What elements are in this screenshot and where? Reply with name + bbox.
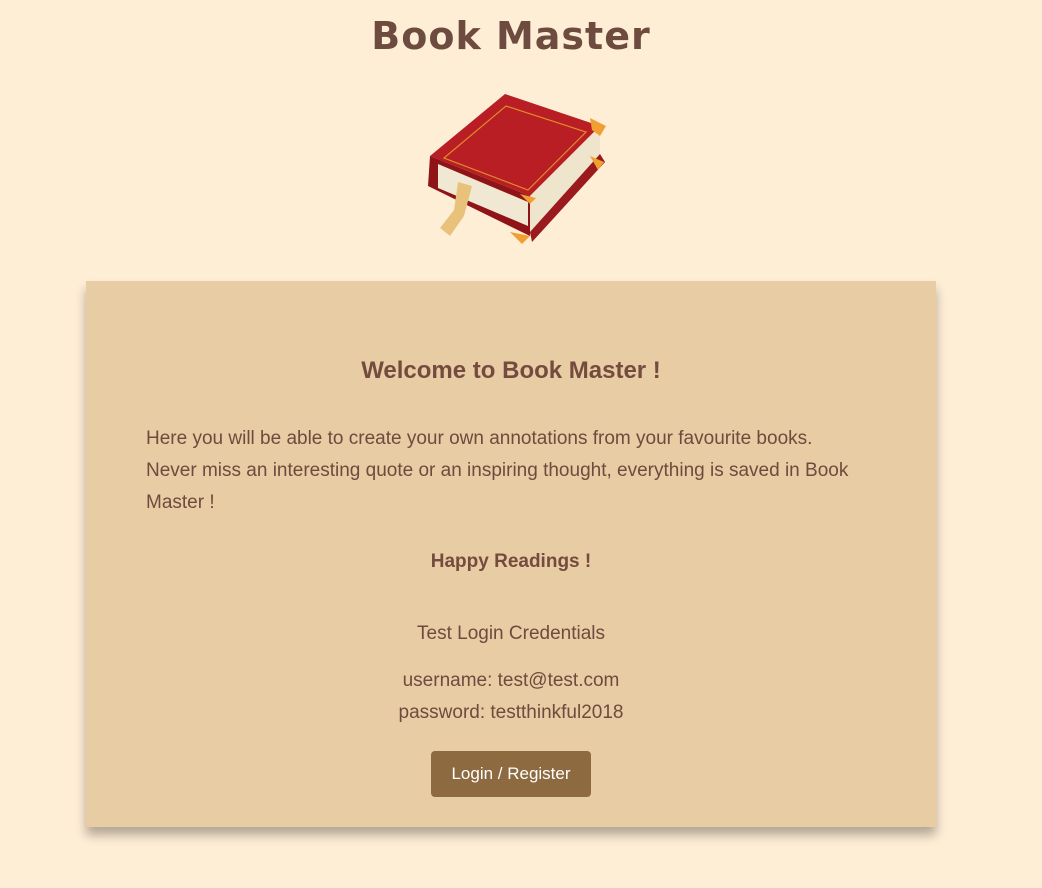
credentials-title: Test Login Credentials [417, 623, 605, 644]
credentials: username: test@test.com password: testth… [86, 665, 936, 729]
login-register-button[interactable]: Login / Register [431, 751, 591, 797]
welcome-heading: Welcome to Book Master ! [361, 357, 661, 384]
intro-text: Here you will be able to create your own… [146, 428, 849, 513]
password-text: password: testthinkful2018 [398, 702, 624, 723]
happy-readings-text: Happy Readings ! [430, 551, 592, 572]
username-text: username: test@test.com [402, 670, 620, 691]
book-icon [428, 94, 606, 244]
welcome-card: Welcome to Book Master ! Here you will b… [86, 281, 936, 827]
app-title: Book Master [371, 14, 651, 58]
